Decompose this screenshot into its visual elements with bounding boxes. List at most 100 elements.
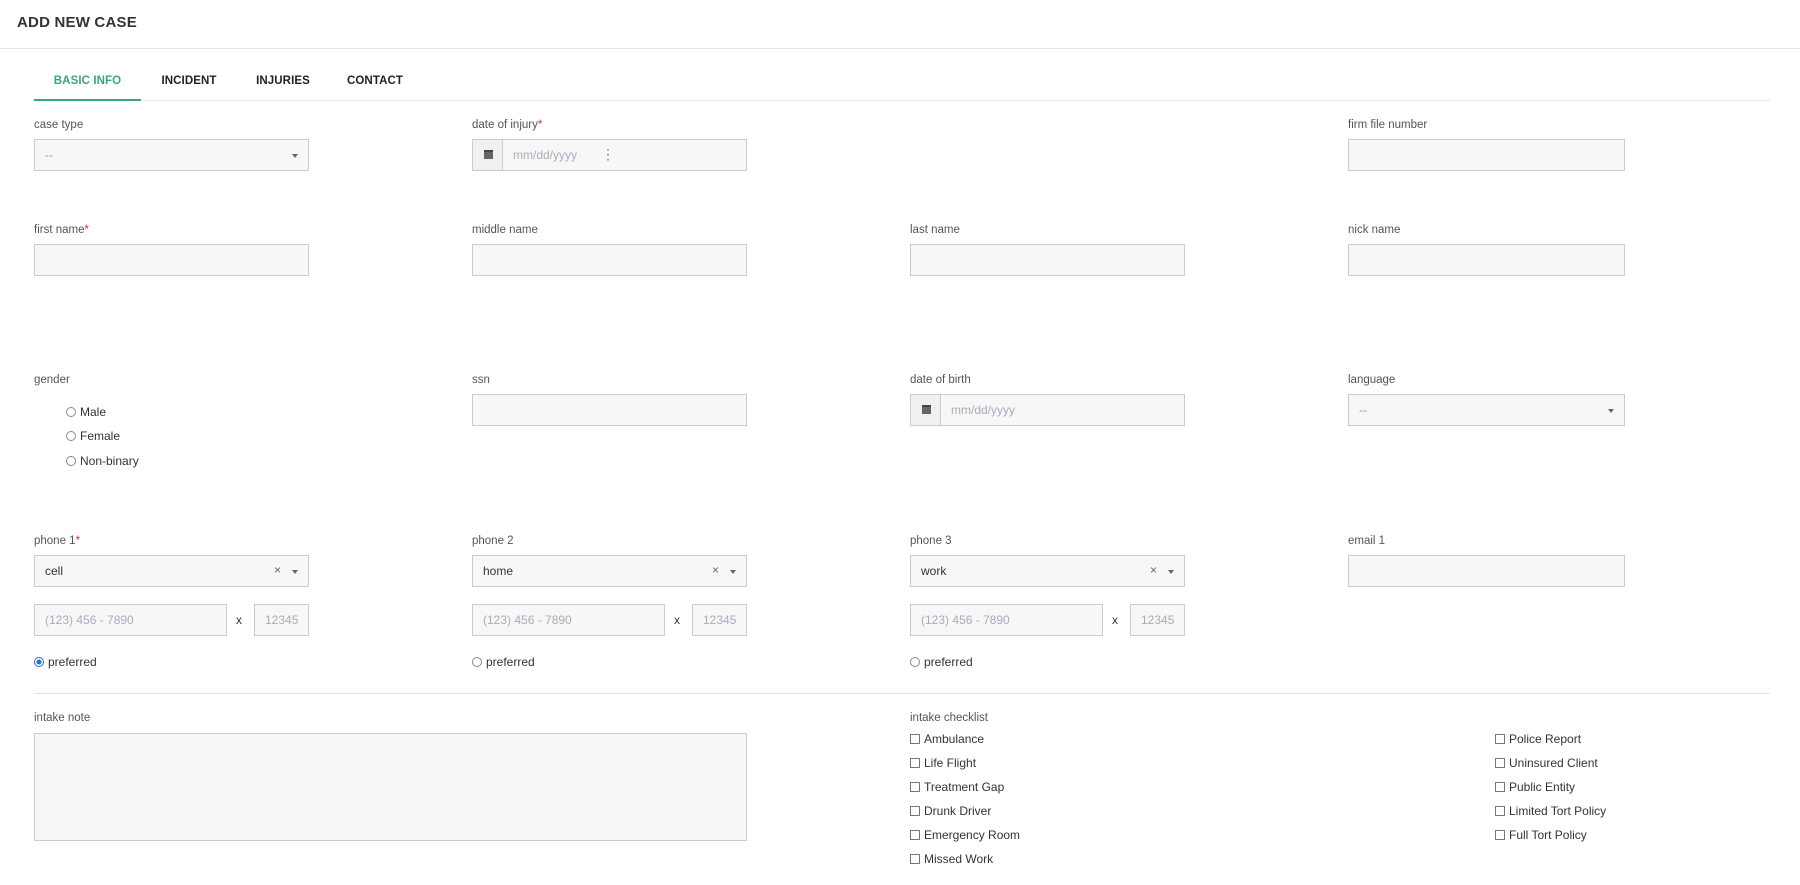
chevron-down-icon — [292, 154, 298, 158]
case-type-select[interactable]: -- — [34, 139, 309, 171]
email1-label: email 1 — [1348, 535, 1386, 547]
checklist-item-full-tort-policy[interactable]: Full Tort Policy — [1495, 828, 1587, 842]
ssn-label: ssn — [472, 374, 490, 386]
checkbox[interactable] — [1495, 830, 1505, 840]
radio-button[interactable] — [34, 657, 44, 667]
date-of-injury-label: date of injury* — [472, 119, 543, 131]
tab-contact[interactable]: CONTACT — [339, 60, 411, 101]
date-of-birth-label: date of birth — [910, 374, 971, 386]
phone1-type-select[interactable]: cell × — [34, 555, 309, 587]
clear-icon[interactable]: × — [1150, 563, 1157, 577]
tab-bar: BASIC INFO INCIDENT INJURIES CONTACT — [34, 60, 1770, 101]
gender-option-non-binary[interactable]: Non-binary — [66, 454, 139, 468]
radio-button[interactable] — [910, 657, 920, 667]
phone2-ext-input[interactable]: 12345 — [692, 604, 747, 636]
gender-option-male[interactable]: Male — [66, 405, 106, 419]
phone2-label: phone 2 — [472, 535, 514, 547]
checklist-item-life-flight[interactable]: Life Flight — [910, 756, 976, 770]
phone2-number-input[interactable]: (123) 456 - 7890 — [472, 604, 665, 636]
checklist-item-missed-work[interactable]: Missed Work — [910, 852, 993, 866]
phone2-type-select[interactable]: home × — [472, 555, 747, 587]
checkbox[interactable] — [1495, 734, 1505, 744]
date-of-injury-field[interactable]: mm/dd/yyyy ⋮ — [472, 139, 747, 171]
clear-icon[interactable]: × — [274, 563, 281, 577]
phone3-ext-input[interactable]: 12345 — [1130, 604, 1185, 636]
calendar-icon[interactable] — [911, 395, 941, 425]
checkbox[interactable] — [1495, 806, 1505, 816]
gender-label: gender — [34, 374, 70, 386]
firm-file-number-label: firm file number — [1348, 119, 1428, 131]
phone2-preferred[interactable]: preferred — [472, 655, 535, 669]
checkbox[interactable] — [1495, 782, 1505, 792]
language-label: language — [1348, 374, 1396, 386]
ssn-input[interactable] — [472, 394, 747, 426]
last-name-input[interactable] — [910, 244, 1185, 276]
checklist-item-uninsured-client[interactable]: Uninsured Client — [1495, 756, 1598, 770]
phone1-type-value: cell — [45, 564, 64, 578]
checklist-item-limited-tort-policy[interactable]: Limited Tort Policy — [1495, 804, 1606, 818]
gender-option-female[interactable]: Female — [66, 429, 120, 443]
first-name-input[interactable] — [34, 244, 309, 276]
phone3-label: phone 3 — [910, 535, 952, 547]
checkbox[interactable] — [910, 782, 920, 792]
case-type-value: -- — [45, 148, 53, 162]
tab-incident[interactable]: INCIDENT — [152, 60, 226, 101]
calendar-icon[interactable] — [473, 140, 503, 170]
phone3-preferred[interactable]: preferred — [910, 655, 973, 669]
date-of-birth-placeholder: mm/dd/yyyy — [951, 403, 1016, 417]
checkbox[interactable] — [910, 830, 920, 840]
checkbox[interactable] — [1495, 758, 1505, 768]
checklist-item-ambulance[interactable]: Ambulance — [910, 732, 984, 746]
date-of-injury-placeholder: mm/dd/yyyy — [513, 148, 578, 162]
checkbox[interactable] — [910, 806, 920, 816]
language-value: -- — [1359, 403, 1367, 417]
date-of-birth-field[interactable]: mm/dd/yyyy — [910, 394, 1185, 426]
extension-separator: x — [236, 613, 242, 627]
phone1-number-input[interactable]: (123) 456 - 7890 — [34, 604, 227, 636]
chevron-down-icon — [730, 570, 736, 574]
chevron-down-icon — [1168, 570, 1174, 574]
phone1-preferred[interactable]: preferred — [34, 655, 97, 669]
radio-button[interactable] — [66, 407, 76, 417]
chevron-down-icon — [1608, 409, 1614, 413]
checkbox[interactable] — [910, 758, 920, 768]
nick-name-label: nick name — [1348, 224, 1401, 236]
chevron-down-icon — [292, 570, 298, 574]
middle-name-input[interactable] — [472, 244, 747, 276]
page-header: ADD NEW CASE — [0, 0, 1800, 49]
first-name-label: first name* — [34, 224, 89, 236]
checklist-item-treatment-gap[interactable]: Treatment Gap — [910, 780, 1004, 794]
phone3-number-input[interactable]: (123) 456 - 7890 — [910, 604, 1103, 636]
last-name-label: last name — [910, 224, 960, 236]
radio-button[interactable] — [66, 456, 76, 466]
section-divider — [34, 693, 1770, 694]
extension-separator: x — [1112, 613, 1118, 627]
radio-button[interactable] — [472, 657, 482, 667]
language-select[interactable]: -- — [1348, 394, 1625, 426]
tab-basic-info[interactable]: BASIC INFO — [34, 60, 141, 101]
more-vertical-icon[interactable]: ⋮ — [601, 146, 615, 163]
phone1-ext-input[interactable]: 12345 — [254, 604, 309, 636]
checkbox[interactable] — [910, 734, 920, 744]
middle-name-label: middle name — [472, 224, 538, 236]
checklist-item-emergency-room[interactable]: Emergency Room — [910, 828, 1020, 842]
checklist-item-police-report[interactable]: Police Report — [1495, 732, 1581, 746]
checkbox[interactable] — [910, 854, 920, 864]
checklist-item-drunk-driver[interactable]: Drunk Driver — [910, 804, 991, 818]
tab-injuries[interactable]: INJURIES — [248, 60, 318, 101]
phone2-type-value: home — [483, 564, 514, 578]
email1-input[interactable] — [1348, 555, 1625, 587]
page-title: ADD NEW CASE — [17, 14, 137, 31]
case-type-label: case type — [34, 119, 84, 131]
phone1-label: phone 1* — [34, 535, 81, 547]
intake-note-textarea[interactable] — [34, 733, 747, 841]
firm-file-number-input[interactable] — [1348, 139, 1625, 171]
clear-icon[interactable]: × — [712, 563, 719, 577]
phone3-type-value: work — [921, 564, 947, 578]
nick-name-input[interactable] — [1348, 244, 1625, 276]
phone3-type-select[interactable]: work × — [910, 555, 1185, 587]
intake-checklist-label: intake checklist — [910, 712, 988, 724]
intake-note-label: intake note — [34, 712, 91, 724]
checklist-item-public-entity[interactable]: Public Entity — [1495, 780, 1575, 794]
radio-button[interactable] — [66, 431, 76, 441]
